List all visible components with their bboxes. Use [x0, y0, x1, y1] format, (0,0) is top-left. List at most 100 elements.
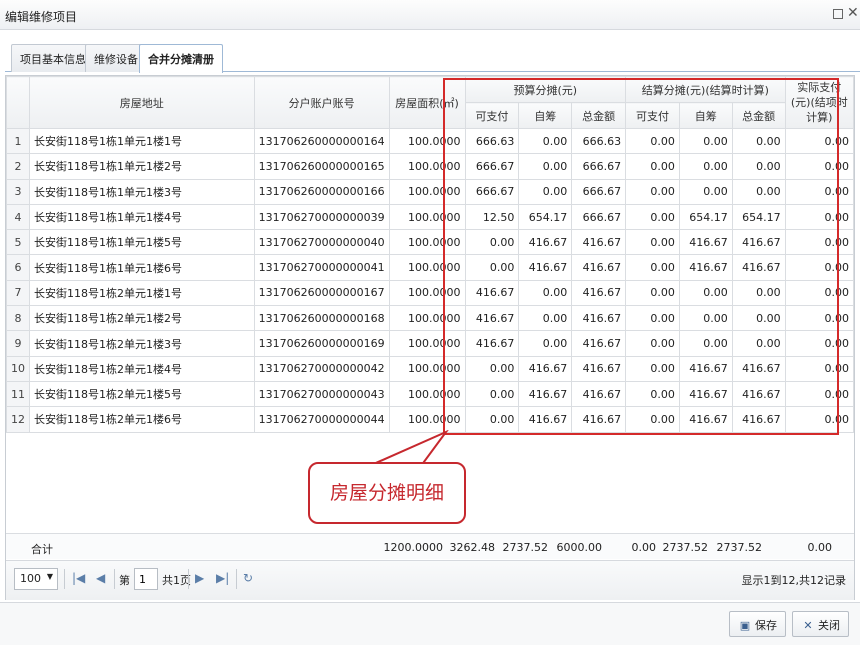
refresh-icon[interactable]: ↻ — [243, 571, 253, 585]
pager-separator — [236, 569, 237, 589]
save-icon: ▣ — [739, 619, 751, 632]
cell-house-address: 长安街118号1栋1单元1楼3号 — [29, 178, 255, 205]
header-settle-self[interactable]: 自筹 — [678, 102, 733, 129]
cell-budget-payable: 416.67 — [464, 330, 520, 357]
prev-page-icon[interactable]: ◀ — [96, 571, 105, 585]
cell-house-address: 长安街118号1栋1单元1楼2号 — [29, 153, 255, 180]
cell-budget-payable: 0.00 — [464, 229, 520, 256]
page-prefix: 第 — [119, 574, 130, 587]
tab-bar: 项目基本信息 维修设备 合并分摊清册 — [5, 40, 860, 73]
header-settle-payable[interactable]: 可支付 — [625, 102, 680, 129]
cell-budget-total: 666.67 — [571, 153, 627, 180]
pager: 100 ▼ |◀ ◀ 第 共1页 ▶ ▶| ↻ 显示1到12,共12记录 — [6, 560, 854, 600]
totals-row: 合计 1200.0000 3262.48 2737.52 6000.00 0.0… — [6, 533, 854, 559]
table-row[interactable]: 1 长安街118号1栋1单元1楼1号 131706260000000164 100.0… — [6, 127, 855, 155]
cell-house-address: 长安街118号1栋2单元1楼1号 — [29, 279, 255, 307]
close-x-icon: ✕ — [803, 619, 813, 632]
header-budget-total[interactable]: 总金额 — [571, 102, 627, 129]
header-rownum — [6, 76, 30, 129]
header-area[interactable]: 房屋面积(㎡) — [388, 76, 466, 129]
tab-merged-allocation[interactable]: 合并分摊清册 — [139, 44, 223, 73]
tab-repair-equipment[interactable]: 维修设备 — [85, 44, 147, 72]
cell-settle-self-raised: 416.67 — [678, 355, 733, 382]
cell-account-number: 131706270000000039 — [253, 203, 390, 231]
table-row[interactable]: 5 长安街118号1栋1单元1楼5号 131706270000000040 100.0… — [6, 229, 855, 256]
header-settle-group: 结算分摊(元)(结算时计算) — [625, 76, 786, 103]
last-page-icon[interactable]: ▶| — [216, 571, 229, 585]
cell-budget-total: 416.67 — [571, 229, 627, 256]
table-row[interactable]: 2 长安街118号1栋1单元1楼2号 131706260000000165 100.0… — [6, 153, 855, 180]
cell-actual-payment: 0.00 — [784, 254, 855, 281]
header-actual-group[interactable]: 实际支付(元)(结项时计算) — [784, 76, 855, 129]
cell-budget-self-raised: 416.67 — [518, 406, 573, 433]
tab-basic-info[interactable]: 项目基本信息 — [11, 44, 95, 72]
page-size-value: 100 — [20, 572, 41, 585]
next-page-icon[interactable]: ▶ — [195, 571, 204, 585]
cell-budget-self-raised: 416.67 — [518, 229, 573, 256]
cell-settle-payable: 0.00 — [625, 229, 680, 256]
header-settle-total[interactable]: 总金额 — [731, 102, 786, 129]
cell-settle-self-raised: 0.00 — [678, 305, 733, 332]
table-row[interactable]: 9 长安街118号1栋2单元1楼3号 131706260000000169 100.0… — [6, 330, 855, 357]
cell-house-area: 100.0000 — [388, 279, 466, 307]
cell-budget-payable: 0.00 — [464, 406, 520, 433]
pager-separator — [114, 569, 115, 589]
cell-row-number: 1 — [6, 127, 30, 155]
cell-settle-self-raised: 0.00 — [678, 178, 733, 205]
save-button[interactable]: ▣ 保存 — [729, 611, 786, 637]
cell-settle-payable: 0.00 — [625, 203, 680, 231]
cell-settle-total: 654.17 — [731, 203, 786, 231]
cell-budget-self-raised: 0.00 — [518, 330, 573, 357]
page-size-select[interactable]: 100 ▼ — [14, 568, 58, 590]
cell-settle-total: 0.00 — [731, 153, 786, 180]
header-account[interactable]: 分户账户账号 — [253, 76, 390, 129]
header-budget-self[interactable]: 自筹 — [518, 102, 573, 129]
table-row[interactable]: 8 长安街118号1栋2单元1楼2号 131706260000000168 100.0… — [6, 305, 855, 332]
cell-budget-total: 666.67 — [571, 178, 627, 205]
cell-budget-self-raised: 0.00 — [518, 178, 573, 205]
cell-house-address: 长安街118号1栋1单元1楼1号 — [29, 127, 255, 155]
totals-budget-payable: 3262.48 — [449, 541, 496, 554]
record-info: 显示1到12,共12记录 — [741, 574, 847, 587]
cell-settle-total: 0.00 — [731, 330, 786, 357]
totals-settle-total: 2737.52 — [716, 541, 763, 554]
first-page-icon[interactable]: |◀ — [72, 571, 85, 585]
cell-budget-total: 416.67 — [571, 279, 627, 307]
cell-house-area: 100.0000 — [388, 203, 466, 231]
cell-row-number: 8 — [6, 305, 30, 332]
chevron-down-icon: ▼ — [46, 572, 53, 581]
table-row[interactable]: 10 长安街118号1栋2单元1楼4号 131706270000000042 100.… — [6, 355, 855, 382]
cell-budget-total: 666.67 — [571, 203, 627, 231]
cell-settle-total: 416.67 — [731, 380, 786, 408]
close-button[interactable]: ✕ 关闭 — [792, 611, 849, 637]
cell-settle-self-raised: 0.00 — [678, 330, 733, 357]
close-icon[interactable]: ✕ — [847, 4, 859, 22]
cell-settle-self-raised: 416.67 — [678, 406, 733, 433]
header-budget-payable[interactable]: 可支付 — [464, 102, 520, 129]
header-address[interactable]: 房屋地址 — [29, 76, 255, 129]
table-row[interactable]: 4 长安街118号1栋1单元1楼4号 131706270000000039 100.0… — [6, 203, 855, 231]
cell-account-number: 131706260000000167 — [253, 279, 390, 307]
cell-account-number: 131706260000000166 — [253, 178, 390, 205]
cell-house-address: 长安街118号1栋2单元1楼3号 — [29, 330, 255, 357]
cell-settle-total: 416.67 — [731, 355, 786, 382]
table-row[interactable]: 6 长安街118号1栋1单元1楼6号 131706270000000041 100.0… — [6, 254, 855, 281]
cell-account-number: 131706260000000169 — [253, 330, 390, 357]
cell-actual-payment: 0.00 — [784, 279, 855, 307]
maximize-icon[interactable] — [833, 9, 843, 19]
cell-budget-self-raised: 416.67 — [518, 254, 573, 281]
cell-house-area: 100.0000 — [388, 127, 466, 155]
table-row[interactable]: 7 长安街118号1栋2单元1楼1号 131706260000000167 100.0… — [6, 279, 855, 307]
cell-budget-payable: 416.67 — [464, 279, 520, 307]
cell-settle-payable: 0.00 — [625, 127, 680, 155]
table-row[interactable]: 12 长安街118号1栋2单元1楼6号 131706270000000044 100.… — [6, 406, 855, 433]
page-number-input[interactable] — [134, 568, 158, 590]
page-count: 共1页 — [162, 574, 191, 587]
cell-settle-total: 0.00 — [731, 127, 786, 155]
cell-settle-self-raised: 0.00 — [678, 127, 733, 155]
table-row[interactable]: 11 长安街118号1栋2单元1楼5号 131706270000000043 100.… — [6, 380, 855, 408]
cell-actual-payment: 0.00 — [784, 229, 855, 256]
table-row[interactable]: 3 长安街118号1栋1单元1楼3号 131706260000000166 100.0… — [6, 178, 855, 205]
cell-house-address: 长安街118号1栋1单元1楼4号 — [29, 203, 255, 231]
cell-house-area: 100.0000 — [388, 305, 466, 332]
